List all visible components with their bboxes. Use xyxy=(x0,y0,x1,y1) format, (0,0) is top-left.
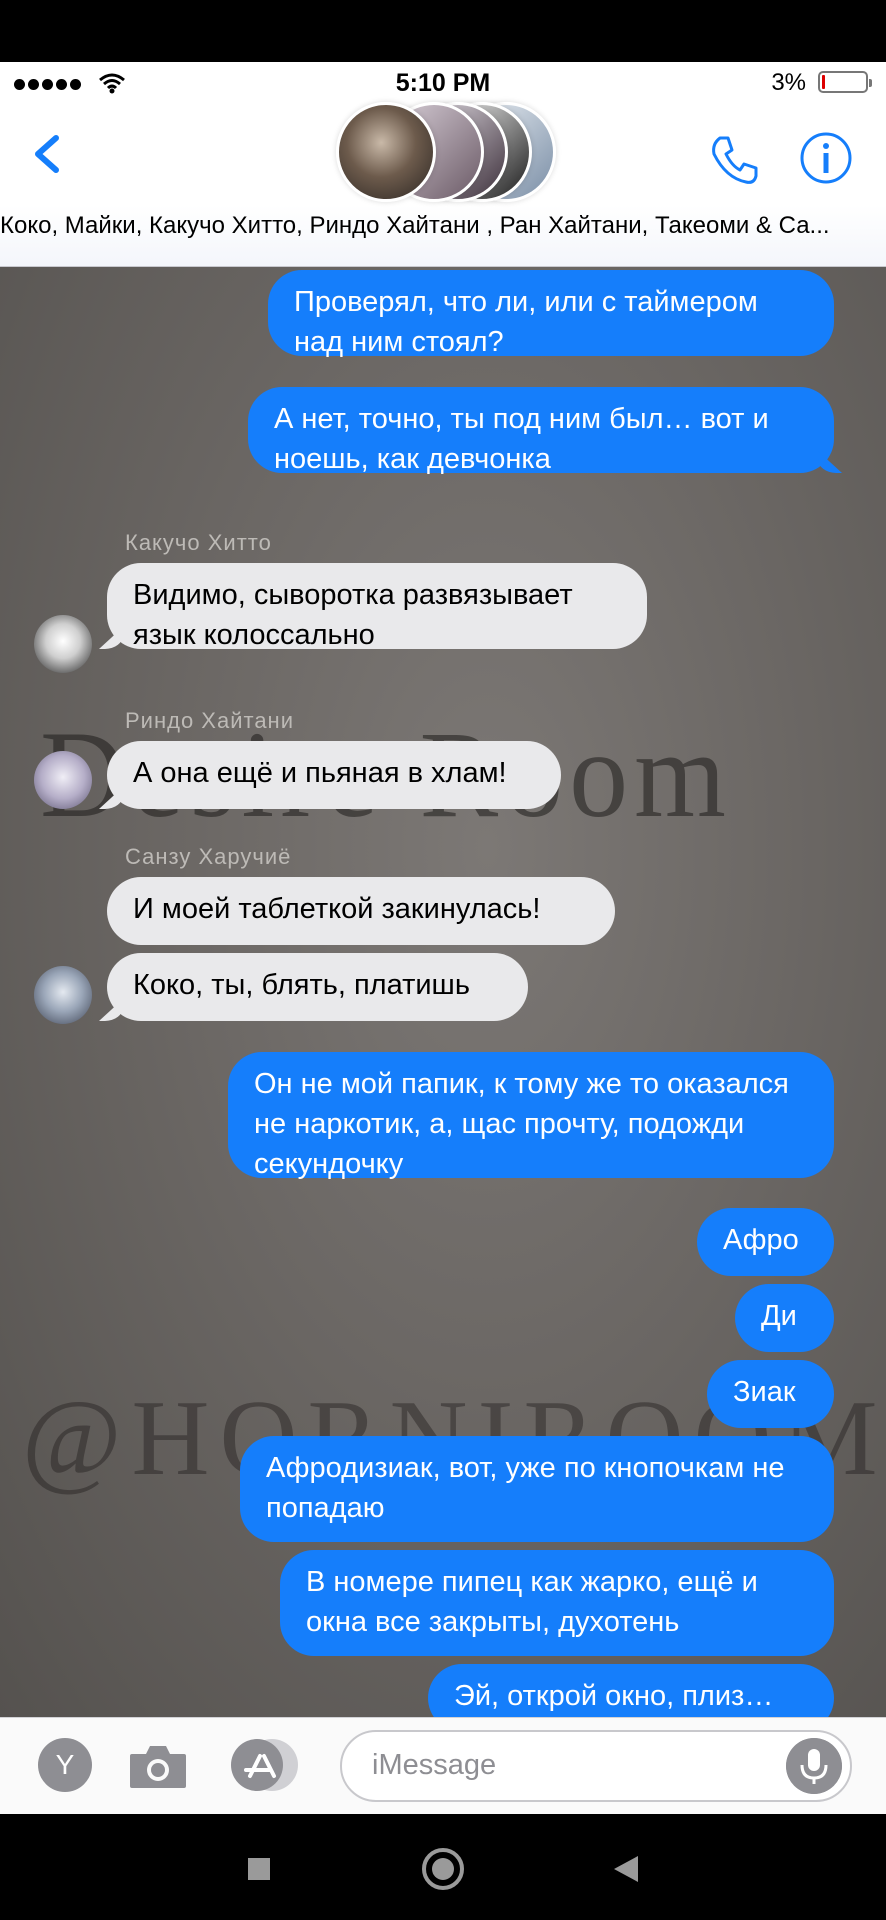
android-navigation-bar xyxy=(0,1814,886,1920)
avatar[interactable] xyxy=(34,751,92,809)
outgoing-message[interactable]: Зиак xyxy=(707,1360,834,1428)
camera-icon[interactable] xyxy=(126,1740,190,1792)
avatar[interactable] xyxy=(34,615,92,673)
avatar[interactable] xyxy=(34,966,92,1024)
sender-name: Риндо Хайтани xyxy=(125,708,294,733)
app-store-icon[interactable] xyxy=(230,1738,302,1792)
outgoing-message[interactable]: Афро xyxy=(697,1208,834,1276)
outgoing-message[interactable]: Афродизиак, вот, уже по кнопочкам не поп… xyxy=(240,1436,834,1542)
message-input[interactable]: iMessage xyxy=(340,1730,852,1802)
conversation-header: 5:10 PM 3% Коко, Майки, Какучо Хитто, Ри… xyxy=(0,62,886,267)
incoming-message[interactable]: И моей таблеткой закинулась! xyxy=(107,877,615,945)
outgoing-message[interactable]: Ди xyxy=(735,1284,834,1352)
top-black-bar xyxy=(0,0,886,62)
outgoing-message[interactable]: Проверял, что ли, или с таймером над ним… xyxy=(268,270,834,358)
phone-icon[interactable] xyxy=(706,132,762,188)
group-avatar-stack[interactable] xyxy=(336,102,556,220)
status-bar: 5:10 PM 3% xyxy=(0,62,886,104)
back-chevron-icon[interactable] xyxy=(28,124,68,184)
group-members-title[interactable]: Коко, Майки, Какучо Хитто, Риндо Хайтани… xyxy=(0,212,886,240)
home-circle-icon[interactable] xyxy=(418,1844,468,1894)
sender-name: Какучо Хитто xyxy=(125,530,272,555)
status-time: 5:10 PM xyxy=(395,69,491,97)
avatar xyxy=(336,102,436,202)
incoming-message[interactable]: Видимо, сыворотка развязывает язык колос… xyxy=(107,563,647,651)
outgoing-message[interactable]: Эй, открой окно, плиз… xyxy=(428,1664,834,1717)
outgoing-message[interactable]: В номере пипец как жарко, ещё и окна все… xyxy=(280,1550,834,1656)
microphone-icon[interactable] xyxy=(786,1738,842,1794)
square-icon[interactable] xyxy=(234,1844,284,1894)
apps-button[interactable]: Y xyxy=(38,1738,92,1792)
back-triangle-icon[interactable] xyxy=(602,1844,652,1894)
incoming-message[interactable]: А она ещё и пьяная в хлам! xyxy=(107,741,561,809)
info-icon[interactable] xyxy=(798,130,854,186)
outgoing-message[interactable]: Он не мой папик, к тому же то оказался н… xyxy=(228,1052,834,1180)
outgoing-message[interactable]: А нет, точно, ты под ним был… вот и ноеш… xyxy=(248,387,834,475)
message-input-placeholder: iMessage xyxy=(372,1749,497,1781)
message-thread[interactable]: Desire Room @HORNIROOM Проверял, что ли,… xyxy=(0,267,886,1717)
battery-icon xyxy=(818,71,872,93)
sender-name: Санзу Харучиё xyxy=(125,844,292,869)
battery-percent: 3% xyxy=(771,69,806,96)
message-composer: Y iMessage xyxy=(0,1717,886,1814)
incoming-message[interactable]: Коко, ты, блять, платишь xyxy=(107,953,528,1021)
